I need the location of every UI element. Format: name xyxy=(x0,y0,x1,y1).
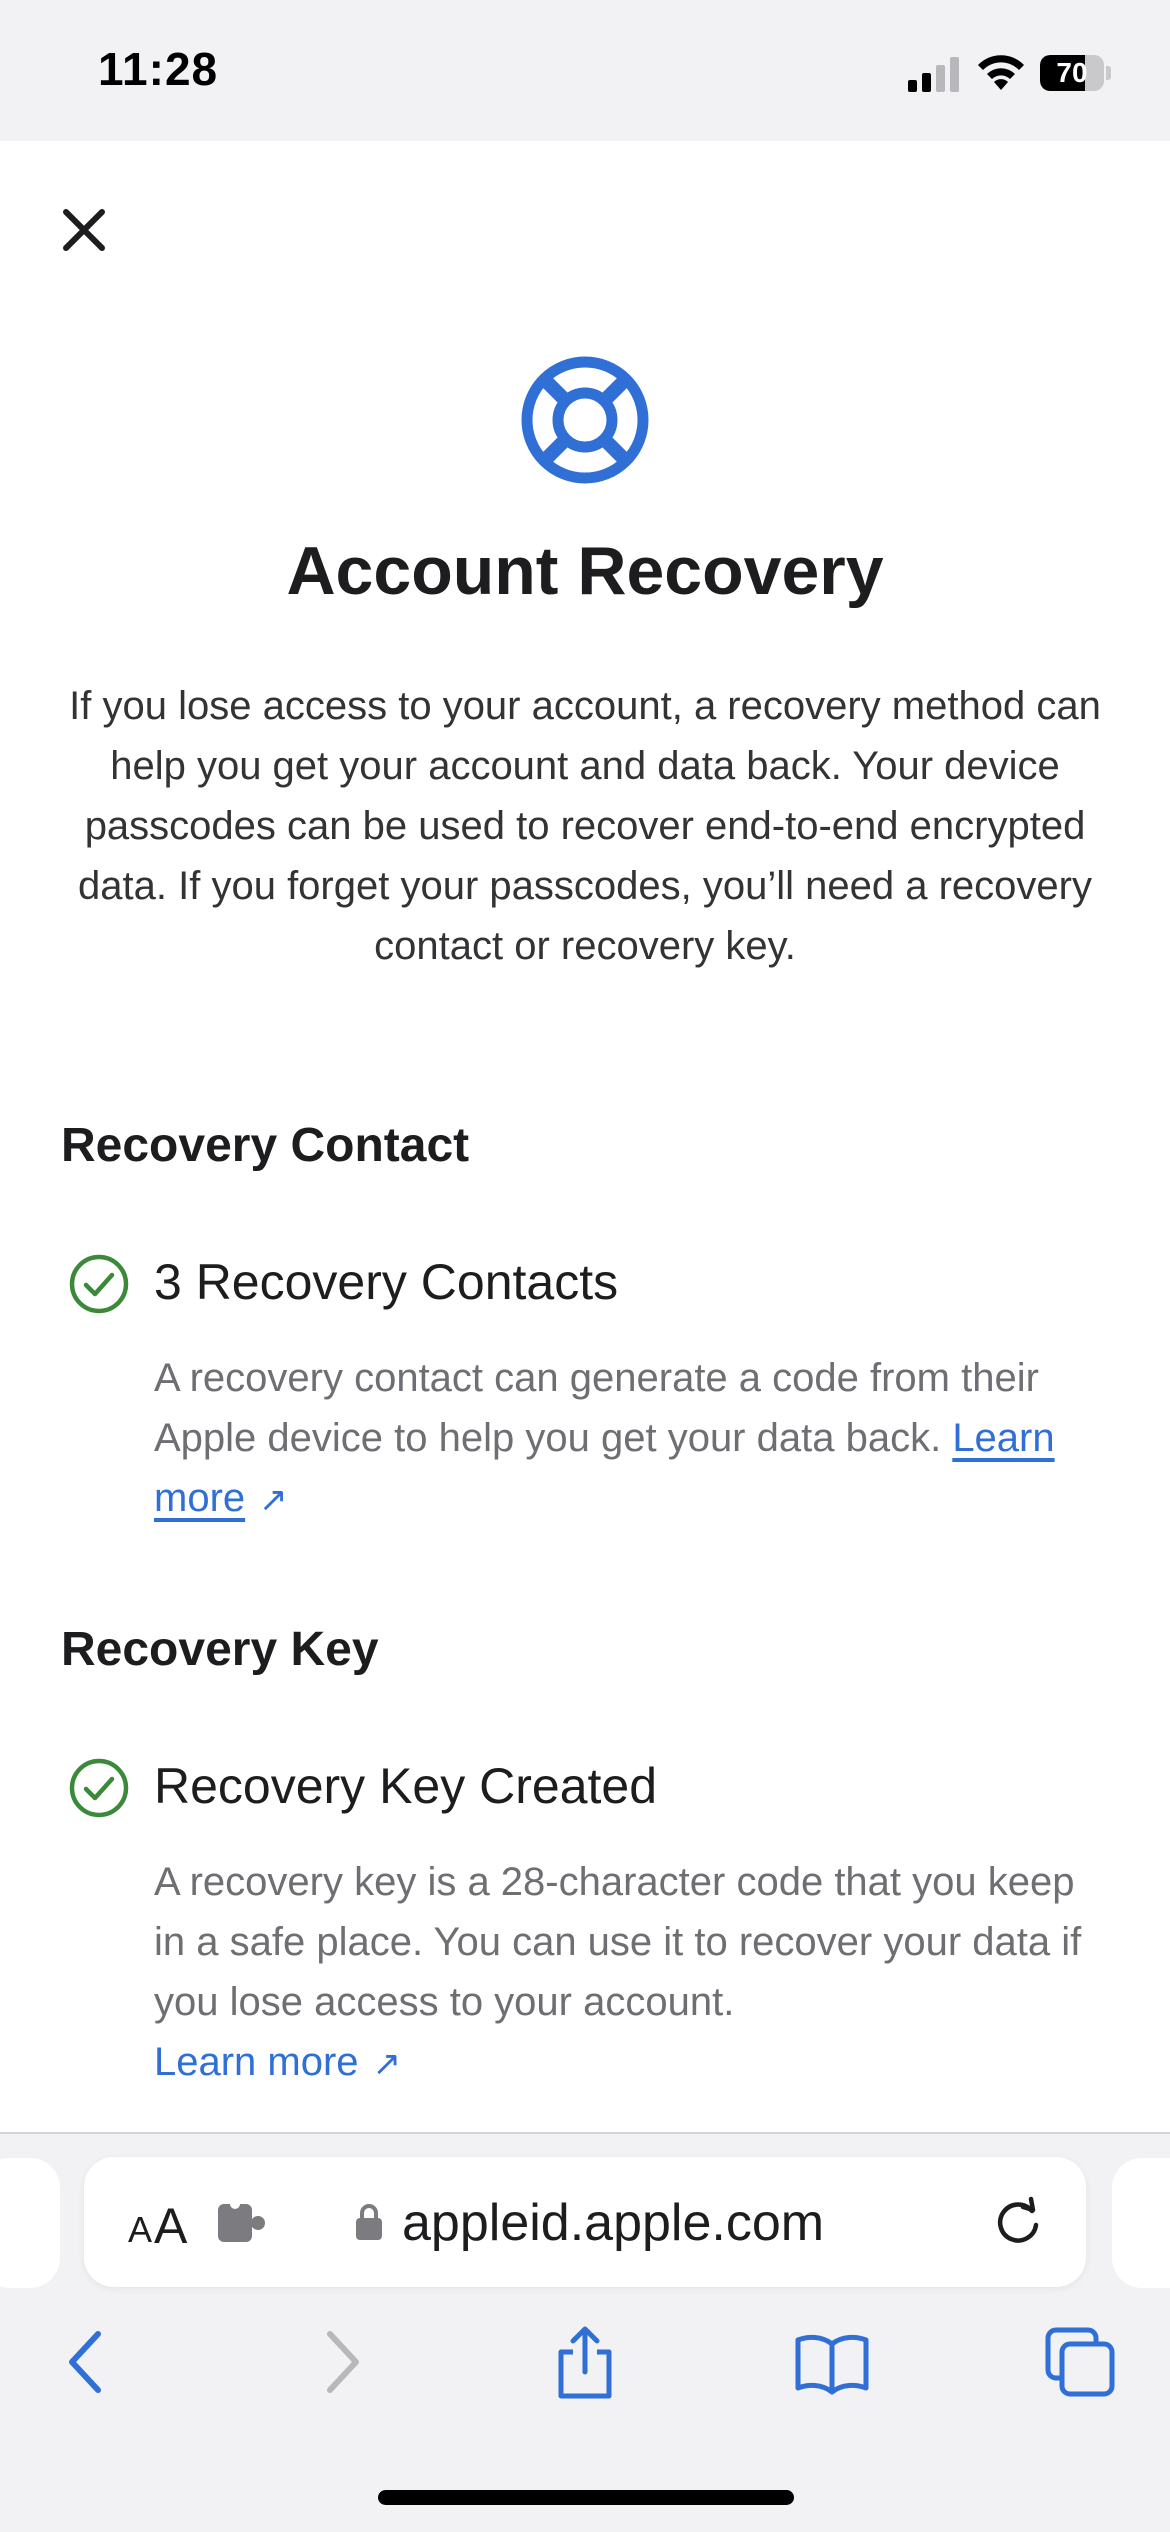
status-bar: 11:28 70 xyxy=(0,0,1170,141)
lock-icon xyxy=(356,2204,382,2240)
intro-text: If you lose access to your account, a re… xyxy=(69,684,1101,968)
recovery-key-title: Recovery Key Created xyxy=(154,1758,658,1814)
battery-icon: 70 xyxy=(1040,55,1111,91)
learn-more-link-key[interactable]: Learn more ↗ xyxy=(154,2040,401,2084)
external-link-icon: ↗ xyxy=(259,1481,288,1519)
previous-tab-peek[interactable] xyxy=(0,2158,60,2288)
home-indicator xyxy=(378,2490,794,2505)
close-icon[interactable] xyxy=(52,198,116,262)
signal-icon xyxy=(908,57,959,92)
recovery-key-description: A recovery key is a 28-character code th… xyxy=(154,1852,1084,2094)
battery-level: 70 xyxy=(1056,57,1088,88)
section-heading-recovery-contact: Recovery Contact xyxy=(61,1119,470,1172)
check-circle-icon xyxy=(69,1758,129,1818)
text-size-large-glyph: A xyxy=(154,2198,188,2254)
bookmarks-icon[interactable] xyxy=(792,2322,872,2402)
text-size-button[interactable]: A A xyxy=(128,2195,208,2254)
tabs-icon[interactable] xyxy=(1040,2322,1120,2402)
forward-icon[interactable] xyxy=(300,2322,380,2402)
lifebuoy-icon xyxy=(521,356,649,484)
address-bar[interactable]: A A appleid.apple.com xyxy=(84,2157,1086,2287)
url-text: appleid.apple.com xyxy=(402,2194,825,2252)
external-link-icon: ↗ xyxy=(372,2045,402,2083)
learn-more-label: Learn more xyxy=(154,2040,359,2084)
page-title: Account Recovery xyxy=(286,533,884,609)
section-heading-recovery-key: Recovery Key xyxy=(61,1623,379,1676)
next-tab-peek[interactable] xyxy=(1112,2158,1170,2288)
status-time: 11:28 xyxy=(98,43,219,95)
text-size-small-glyph: A xyxy=(128,2209,153,2250)
recovery-contacts-title: 3 Recovery Contacts xyxy=(154,1254,619,1310)
recovery-contacts-description: A recovery contact can generate a code f… xyxy=(154,1348,1084,1530)
page: 11:28 70 Account Recovery If you lose ac… xyxy=(0,0,1170,2532)
recovery-key-description-text: A recovery key is a 28-character code th… xyxy=(154,1860,1082,2024)
back-icon[interactable] xyxy=(48,2322,128,2402)
wifi-icon xyxy=(978,55,1024,90)
reload-icon[interactable] xyxy=(992,2195,1046,2249)
share-icon[interactable] xyxy=(545,2322,625,2402)
recovery-contacts-description-text: A recovery contact can generate a code f… xyxy=(154,1356,1039,1460)
extension-icon[interactable] xyxy=(214,2200,270,2246)
check-circle-icon xyxy=(69,1254,129,1314)
